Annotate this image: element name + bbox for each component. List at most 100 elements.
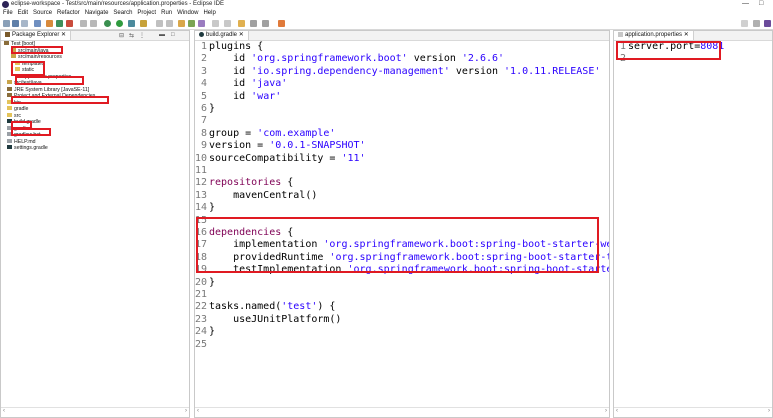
new-icon[interactable] (3, 20, 10, 27)
highlight-box-application-properties (15, 76, 84, 85)
menu-run[interactable]: Run (161, 9, 172, 18)
code-line: 12 repositories { (195, 177, 293, 189)
search-tool-icon[interactable] (198, 20, 205, 27)
tree-item-label: HELP.md (14, 138, 36, 145)
line-number: 8 (200, 127, 207, 139)
tree-item[interactable]: src (7, 112, 21, 119)
code-line: 13 mavenCentral() (195, 190, 317, 202)
file-icon (7, 138, 12, 143)
tree-item[interactable]: src/main/resources (11, 54, 62, 60)
last-edit-icon[interactable] (238, 20, 245, 27)
build-gradle-tab-label: build.gradle ✕ (206, 32, 244, 38)
menu-project[interactable]: Project (137, 9, 156, 18)
gradle-file-icon (7, 145, 12, 149)
maximize-view-icon[interactable]: □ (171, 32, 175, 38)
properties-editor-pane: application.properties ✕ 1 server.port=80… (613, 30, 773, 418)
code-token: version (407, 53, 462, 65)
explorer-horizontal-scrollbar[interactable]: ‹ › (1, 407, 189, 417)
tree-item[interactable]: HELP.md (7, 138, 36, 145)
toggle-mark-icon[interactable] (80, 20, 87, 27)
minimize-view-icon[interactable]: ▬ (159, 32, 165, 38)
quick-search-icon[interactable] (741, 20, 748, 27)
build-gradle-tab[interactable]: build.gradle ✕ (195, 31, 249, 40)
menu-help[interactable]: Help (203, 9, 215, 18)
prev-annotation-icon[interactable] (224, 20, 231, 27)
code-token: '2.6.6' (461, 53, 505, 65)
line-number: 13 (195, 189, 208, 201)
code-line: 11 (195, 165, 209, 177)
forward-icon[interactable] (262, 20, 269, 27)
highlight-box-dependencies-block (196, 217, 599, 273)
menu-edit[interactable]: Edit (18, 9, 28, 18)
application-properties-tab[interactable]: application.properties ✕ (614, 31, 694, 40)
scroll-right-icon[interactable]: › (605, 408, 607, 414)
properties-horizontal-scrollbar[interactable]: ‹ › (614, 407, 772, 417)
view-menu-icon[interactable]: ⋮ (139, 32, 145, 39)
package-explorer-tab[interactable]: Package Explorer ✕ (1, 31, 72, 40)
code-token: version = (209, 140, 270, 152)
scroll-right-icon[interactable]: › (185, 408, 187, 414)
tree-item[interactable]: JRE System Library [JavaSE-11] (7, 86, 90, 93)
link-editor-icon[interactable]: ⇆ (129, 32, 134, 39)
code-line: 2 id 'org.springframework.boot' version … (195, 53, 504, 65)
back-icon[interactable] (250, 20, 257, 27)
save-all-icon[interactable] (21, 20, 28, 27)
next-annotation-icon[interactable] (212, 20, 219, 27)
run-icon[interactable] (116, 20, 123, 27)
menu-window[interactable]: Window (177, 9, 198, 18)
minimize-button[interactable]: — (742, 0, 749, 7)
terminal-icon[interactable] (34, 20, 41, 27)
menu-source[interactable]: Source (33, 9, 52, 18)
tree-item[interactable]: settings.gradle (7, 145, 48, 151)
gradle-icon (199, 32, 204, 37)
coverage-icon[interactable] (128, 20, 135, 27)
code-line: 8 group = 'com.example' (195, 128, 335, 140)
scroll-left-icon[interactable]: ‹ (616, 408, 618, 414)
open-perspective-icon[interactable] (753, 20, 760, 27)
external-tools-icon[interactable] (140, 20, 147, 27)
toggle-block-icon[interactable] (90, 20, 97, 27)
properties-file-icon (618, 32, 623, 37)
settings-icon[interactable] (66, 20, 73, 27)
editor-horizontal-scrollbar[interactable]: ‹ › (195, 407, 609, 417)
collapse-all-icon[interactable]: ⊟ (119, 32, 124, 39)
code-line: 1 plugins { (195, 41, 263, 53)
library-icon (7, 86, 12, 91)
tree-item-label: src (14, 112, 21, 119)
build-icon[interactable] (56, 20, 63, 27)
code-line: 5 id 'war' (195, 91, 281, 103)
properties-code-area[interactable]: 1 server.port=8081 2 (614, 41, 772, 407)
menu-search[interactable]: Search (113, 9, 132, 18)
debug-icon[interactable] (104, 20, 111, 27)
tree-item-label: JRE System Library [JavaSE-11] (14, 86, 90, 93)
java-perspective-icon[interactable] (764, 20, 771, 27)
code-token: id (209, 53, 252, 65)
line-number: 6 (200, 103, 207, 114)
menu-navigate[interactable]: Navigate (85, 9, 109, 18)
pin-editor-icon[interactable] (278, 20, 285, 27)
open-resource-icon[interactable] (188, 20, 195, 27)
tree-item-label: settings.gradle (14, 145, 48, 151)
menu-file[interactable]: File (3, 9, 13, 18)
scroll-left-icon[interactable]: ‹ (3, 408, 5, 414)
package-explorer-pane: Package Explorer ✕ ⊟ ⇆ ⋮ ▬ □ Test [boot]… (0, 30, 190, 418)
open-task-icon[interactable] (46, 20, 53, 27)
scroll-left-icon[interactable]: ‹ (197, 408, 199, 414)
save-icon[interactable] (12, 20, 19, 27)
package-explorer-icon (5, 32, 10, 37)
code-line: 22 tasks.named('test') { (195, 301, 335, 313)
new-package-icon[interactable] (166, 20, 173, 27)
code-token: id (209, 78, 252, 90)
line-number: 3 (200, 65, 207, 77)
line-number: 5 (200, 90, 207, 102)
scroll-right-icon[interactable]: › (768, 408, 770, 414)
new-java-project-icon[interactable] (156, 20, 163, 27)
menu-refactor[interactable]: Refactor (57, 9, 80, 18)
code-line: 20} (195, 277, 215, 289)
tree-item[interactable]: gradle (7, 106, 28, 112)
open-type-icon[interactable] (178, 20, 185, 27)
code-token: 'test' (281, 301, 318, 313)
maximize-button[interactable]: □ (759, 0, 763, 7)
line-number: 24 (195, 326, 208, 338)
package-explorer-tab-label: Package Explorer ✕ (12, 32, 67, 38)
